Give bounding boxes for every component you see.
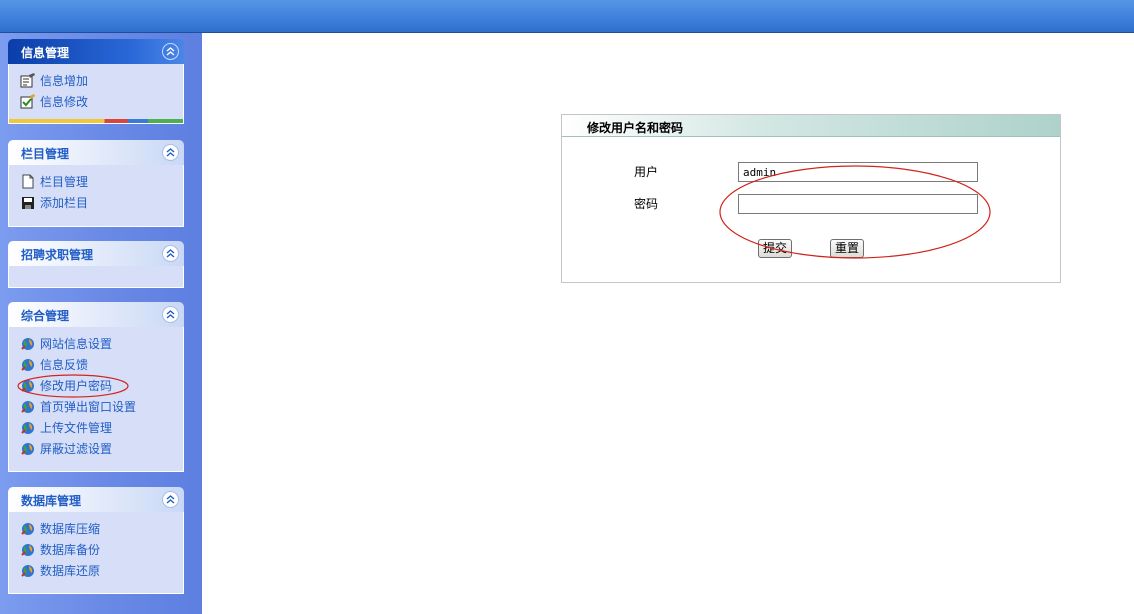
sidebar-item-db-restore[interactable]: 数据库还原 (19, 560, 183, 581)
panel-header[interactable]: 招聘求职管理 (8, 241, 184, 266)
sidebar-item-label: 数据库压缩 (40, 522, 101, 536)
panel-title: 信息管理 (21, 46, 70, 60)
collapse-chevron-icon[interactable] (162, 245, 179, 262)
sidebar-item-popup-settings[interactable]: 首页弹出窗口设置 (19, 396, 183, 417)
panel-general-management: 综合管理 网站信息设置 信息反馈 修改用户密码 首页弹出窗口设置 上传文件管理 … (8, 302, 184, 472)
sidebar-item-label: 栏目管理 (40, 175, 89, 189)
collapse-chevron-icon[interactable] (162, 306, 179, 323)
sidebar-item-upload-files[interactable]: 上传文件管理 (19, 417, 183, 438)
panel-title: 数据库管理 (21, 494, 82, 508)
panel-title: 招聘求职管理 (21, 248, 94, 262)
sidebar-item-label: 添加栏目 (40, 196, 89, 210)
globe-icon (19, 563, 37, 579)
sidebar-item-filter-settings[interactable]: 屏蔽过滤设置 (19, 438, 183, 459)
change-password-form: 修改用户名和密码 用户 密码 提交 重置 (561, 114, 1061, 283)
submit-button[interactable]: 提交 (758, 239, 793, 258)
sidebar-item-label: 首页弹出窗口设置 (40, 400, 137, 414)
panel-header[interactable]: 信息管理 (8, 39, 184, 64)
form-title: 修改用户名和密码 (587, 121, 684, 135)
sidebar-item-site-settings[interactable]: 网站信息设置 (19, 333, 183, 354)
form-header: 修改用户名和密码 (562, 115, 1060, 137)
username-label: 用户 (634, 165, 659, 179)
panel-database-management: 数据库管理 数据库压缩 数据库备份 数据库还原 (8, 487, 184, 594)
sidebar-item-info-add[interactable]: 信息增加 (19, 70, 183, 91)
panel-header[interactable]: 综合管理 (8, 302, 184, 327)
globe-icon (19, 336, 37, 352)
globe-icon (19, 420, 37, 436)
sidebar-item-change-password[interactable]: 修改用户密码 (19, 375, 183, 396)
panel-info-management: 信息管理 信息增加 信息修改 (8, 39, 184, 124)
collapse-chevron-icon[interactable] (162, 144, 179, 161)
sidebar-item-label: 修改用户密码 (40, 379, 113, 393)
panel-title: 栏目管理 (21, 147, 70, 161)
save-disk-icon (19, 195, 37, 211)
sidebar-item-db-backup[interactable]: 数据库备份 (19, 539, 183, 560)
sidebar-item-column-add[interactable]: 添加栏目 (19, 192, 183, 213)
globe-icon (19, 399, 37, 415)
panel-header[interactable]: 数据库管理 (8, 487, 184, 512)
sidebar-item-label: 数据库备份 (40, 543, 101, 557)
password-label: 密码 (634, 197, 659, 211)
sidebar-item-db-compress[interactable]: 数据库压缩 (19, 518, 183, 539)
sidebar-item-label: 上传文件管理 (40, 421, 113, 435)
globe-icon (19, 441, 37, 457)
panel-title: 综合管理 (21, 309, 70, 323)
panel-recruitment-management: 招聘求职管理 (8, 241, 184, 288)
collapse-chevron-icon[interactable] (162, 491, 179, 508)
sidebar: 信息管理 信息增加 信息修改 栏目管理 栏目管理 添加栏目 招聘求职管理 综合管… (0, 33, 202, 614)
sidebar-item-label: 屏蔽过滤设置 (40, 442, 113, 456)
decorative-stripe (9, 119, 183, 123)
globe-icon (19, 542, 37, 558)
sidebar-item-label: 信息修改 (40, 95, 89, 109)
panel-header[interactable]: 栏目管理 (8, 140, 184, 165)
globe-icon (19, 357, 37, 373)
sidebar-item-label: 信息增加 (40, 74, 89, 88)
panel-column-management: 栏目管理 栏目管理 添加栏目 (8, 140, 184, 227)
password-input[interactable] (738, 194, 978, 214)
sidebar-item-label: 信息反馈 (40, 358, 89, 372)
globe-icon (19, 378, 37, 394)
globe-icon (19, 521, 37, 537)
sidebar-item-label: 网站信息设置 (40, 337, 113, 351)
sidebar-item-feedback[interactable]: 信息反馈 (19, 354, 183, 375)
edit-add-icon (19, 73, 37, 89)
username-input[interactable] (738, 162, 978, 182)
sidebar-item-column-manage[interactable]: 栏目管理 (19, 171, 183, 192)
reset-button[interactable]: 重置 (830, 239, 865, 258)
sidebar-item-label: 数据库还原 (40, 564, 101, 578)
document-icon (19, 174, 37, 190)
sidebar-item-info-edit[interactable]: 信息修改 (19, 91, 183, 112)
top-banner (0, 0, 1134, 33)
collapse-chevron-icon[interactable] (162, 43, 179, 60)
edit-check-icon (19, 94, 37, 110)
